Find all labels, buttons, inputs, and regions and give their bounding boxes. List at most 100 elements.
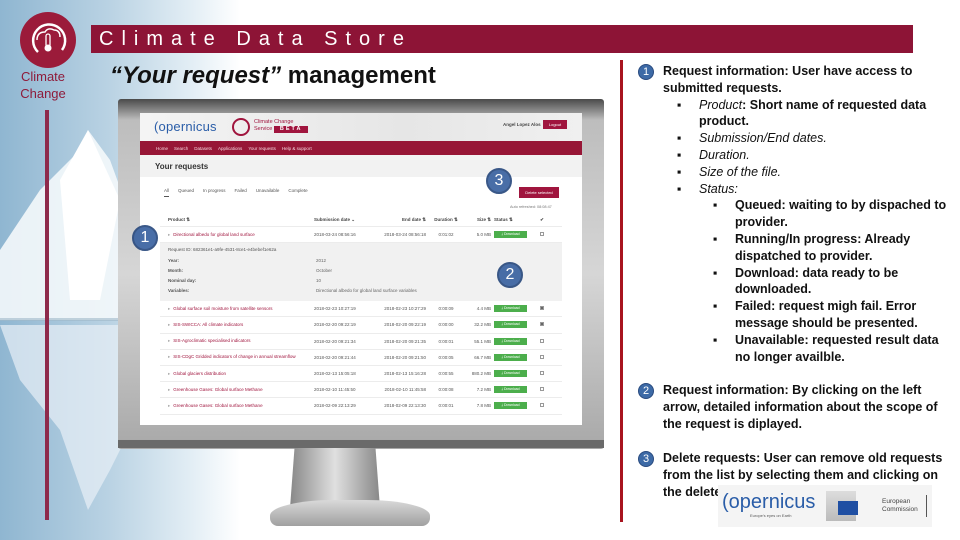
note-1-item: Submission/End dates. bbox=[677, 130, 948, 147]
tab-queued[interactable]: Queued bbox=[178, 188, 194, 197]
expand-arrow-icon[interactable]: ▸ bbox=[168, 354, 170, 359]
expand-arrow-icon[interactable]: ▸ bbox=[168, 306, 170, 311]
tab-all[interactable]: All bbox=[164, 188, 170, 197]
duration: 0:00:01 bbox=[438, 403, 454, 409]
row-checkbox[interactable] bbox=[540, 371, 544, 376]
table-row[interactable]: ▸ Global surface soil moisture from satel… bbox=[160, 301, 562, 318]
download-button[interactable]: ⤓ Download bbox=[494, 402, 527, 410]
expand-arrow-icon[interactable]: ▸ bbox=[168, 338, 170, 343]
nav-home[interactable]: Home bbox=[156, 146, 168, 151]
product-name[interactable]: SIS-Agroclimatic specialised indicators bbox=[173, 338, 250, 343]
col-product[interactable]: Product ⇅ bbox=[160, 217, 314, 223]
copernicus-tagline: Europe's eyes on Earth bbox=[750, 513, 792, 518]
col-end-date[interactable]: End date ⇅ bbox=[372, 217, 426, 223]
callout-3-badge: 3 bbox=[486, 168, 512, 194]
slide-title: Climate Data Store bbox=[91, 25, 913, 53]
product-cell[interactable]: ▸ Global glaciers distribution bbox=[160, 371, 314, 377]
size: 5.0 MB bbox=[476, 232, 491, 238]
row-checkbox[interactable] bbox=[540, 338, 544, 343]
submission-date: 2018-03-24 08:56:16 bbox=[314, 232, 356, 238]
nav-applications[interactable]: Applications bbox=[218, 146, 242, 151]
table-row[interactable]: ▸ SIS-SWICCA: All climate indicators 2018-… bbox=[160, 317, 562, 334]
nav-help-support[interactable]: Help & support bbox=[282, 146, 312, 151]
product-cell[interactable]: ▸ Greenhouse Gases: Global surface Methan… bbox=[160, 403, 314, 409]
nav-datasets[interactable]: Datasets bbox=[194, 146, 212, 151]
logout-button[interactable]: Logout bbox=[543, 120, 567, 129]
product-cell[interactable]: ▸ SIS-SWICCA: All climate indicators bbox=[160, 322, 314, 328]
checkbox-cell bbox=[532, 371, 552, 376]
status-tabs: All Queued In progress Failed Unavailabl… bbox=[164, 188, 308, 197]
callout-2-badge: 2 bbox=[497, 262, 523, 288]
col-size[interactable]: Size ⇅ bbox=[466, 217, 494, 223]
product-name[interactable]: SIS-SWICCA: All climate indicators bbox=[173, 322, 243, 327]
download-button[interactable]: ⤓ Download bbox=[494, 370, 527, 378]
download-button[interactable]: ⤓ Download bbox=[494, 321, 527, 329]
status-item: Unavailable: requested result data no lo… bbox=[713, 332, 948, 366]
col-submission-date[interactable]: Submission date ⌄ bbox=[314, 217, 372, 223]
submission-date: 2018-02-20 09:21:44 bbox=[314, 354, 356, 360]
expand-arrow-icon[interactable]: ▸ bbox=[168, 371, 170, 376]
product-name[interactable]: SIS-CDgC Gridded indicators of change in… bbox=[173, 354, 295, 359]
row-checkbox[interactable] bbox=[540, 306, 544, 311]
expand-arrow-icon[interactable]: ▸ bbox=[168, 232, 170, 237]
col-select-all[interactable]: ✔ bbox=[532, 217, 552, 223]
end-date: 2018-02-23 10:27:29 bbox=[384, 306, 426, 312]
product-cell[interactable]: ▸ SIS-CDgC Gridded indicators of change i… bbox=[160, 354, 314, 360]
product-cell[interactable]: ▸ Global surface soil moisture from satel… bbox=[160, 306, 314, 312]
detail-key: Month: bbox=[168, 268, 183, 274]
checkbox-cell bbox=[532, 387, 552, 392]
size: 880.2 MB bbox=[471, 371, 491, 377]
nav-search[interactable]: Search bbox=[174, 146, 188, 151]
monitor-bezel-bottom bbox=[118, 440, 604, 448]
duration: 0:00:01 bbox=[438, 338, 454, 344]
tab-failed[interactable]: Failed bbox=[235, 188, 247, 197]
monitor-stand-base bbox=[270, 500, 430, 526]
table-row[interactable]: ▸ SIS-CDgC Gridded indicators of change i… bbox=[160, 350, 562, 366]
checkbox-cell bbox=[532, 232, 552, 237]
row-checkbox[interactable] bbox=[540, 322, 544, 327]
note-1-intro: Request information: User have access to… bbox=[663, 64, 913, 95]
product-name[interactable]: Directional albedo for global land surfa… bbox=[173, 232, 255, 237]
download-button[interactable]: ⤓ Download bbox=[494, 231, 527, 239]
status-cell: ⤓ Download bbox=[494, 337, 532, 345]
download-button[interactable]: ⤓ Download bbox=[494, 386, 527, 394]
download-button[interactable]: ⤓ Download bbox=[494, 305, 527, 313]
tab-in-progress[interactable]: In progress bbox=[203, 188, 226, 197]
col-status[interactable]: Status ⇅ bbox=[494, 217, 532, 223]
col-duration[interactable]: Duration ⇅ bbox=[426, 217, 466, 223]
download-button[interactable]: ⤓ Download bbox=[494, 337, 527, 345]
row-checkbox[interactable] bbox=[540, 403, 544, 408]
nav-your-requests[interactable]: Your requests bbox=[248, 146, 276, 151]
size: 66.7 MB bbox=[474, 354, 491, 360]
product-cell[interactable]: ▸ Directional albedo for global land surf… bbox=[160, 232, 314, 238]
duration: 0:00:55 bbox=[438, 371, 454, 377]
table-body: ▸ Global surface soil moisture from satel… bbox=[160, 301, 562, 415]
table-row[interactable]: ▸ Global glaciers distribution 2018-02-13 … bbox=[160, 366, 562, 383]
expand-arrow-icon[interactable]: ▸ bbox=[168, 403, 170, 408]
row-checkbox[interactable] bbox=[540, 387, 544, 392]
product-name[interactable]: Greenhouse Gases: Global surface Methane bbox=[173, 387, 262, 392]
product-cell[interactable]: ▸ Greenhouse Gases: Global surface Methan… bbox=[160, 387, 314, 393]
product-name[interactable]: Global glaciers distribution bbox=[173, 371, 226, 376]
product-name[interactable]: Global surface soil moisture from satell… bbox=[173, 306, 272, 311]
expand-arrow-icon[interactable]: ▸ bbox=[168, 322, 170, 327]
tab-unavailable[interactable]: Unavailable bbox=[256, 188, 280, 197]
detail-key: Nominal day: bbox=[168, 278, 197, 284]
copernicus-logo[interactable]: (opernicus bbox=[154, 119, 217, 134]
note-1: 1 Request information: User have access … bbox=[638, 63, 948, 366]
tab-complete[interactable]: Complete bbox=[288, 188, 307, 197]
row-checkbox[interactable] bbox=[540, 354, 544, 359]
size: 7.2 MB bbox=[476, 387, 491, 393]
table-row[interactable]: ▸ SIS-Agroclimatic specialised indicators… bbox=[160, 334, 562, 350]
expand-arrow-icon[interactable]: ▸ bbox=[168, 387, 170, 392]
status-item: Running/In progress: Already dispatched … bbox=[713, 231, 948, 265]
user-name[interactable]: Angel Lopez Alos bbox=[503, 122, 541, 127]
table-row[interactable]: ▸ Greenhouse Gases: Global surface Methan… bbox=[160, 398, 562, 415]
product-cell[interactable]: ▸ SIS-Agroclimatic specialised indicators bbox=[160, 338, 314, 344]
product-name[interactable]: Greenhouse Gases: Global surface Methane bbox=[173, 403, 262, 408]
table-row[interactable]: ▸ Greenhouse Gases: Global surface Methan… bbox=[160, 382, 562, 399]
download-button[interactable]: ⤓ Download bbox=[494, 353, 527, 361]
row-checkbox[interactable] bbox=[540, 232, 544, 237]
delete-selected-button[interactable]: Delete selected bbox=[519, 187, 559, 198]
table-row-expanded[interactable]: ▸ Directional albedo for global land surf… bbox=[160, 227, 562, 244]
